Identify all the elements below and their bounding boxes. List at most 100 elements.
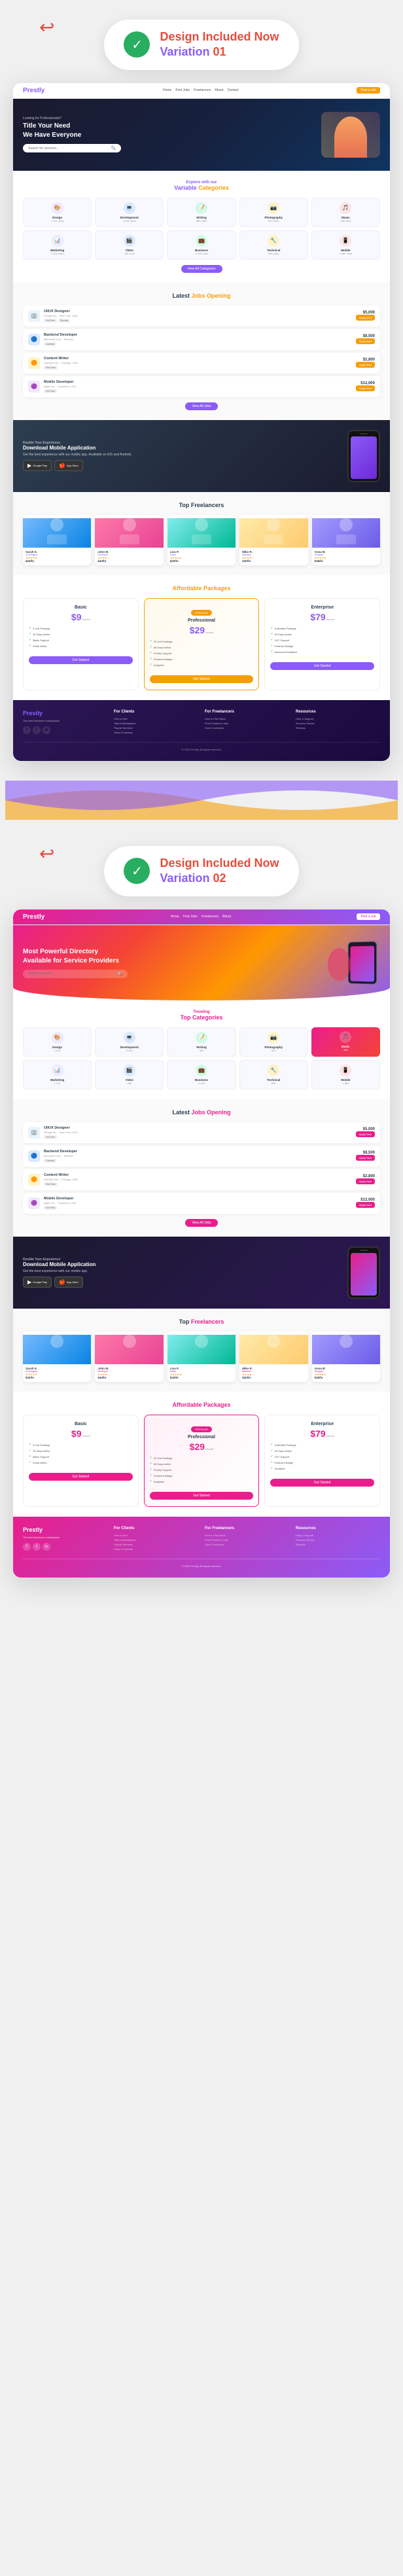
footer-link-freelance-jobs[interactable]: Find Freelance Jobs xyxy=(205,722,289,725)
category-technical[interactable]: 🔧 Technical 890 Jobs xyxy=(239,230,308,260)
job-v2-apply-3[interactable]: Apply Now xyxy=(356,1178,375,1184)
nav-link-home[interactable]: Home xyxy=(163,88,171,92)
nav2-link-jobs[interactable]: Find Jobs xyxy=(183,915,198,919)
footer-link-help[interactable]: Help & Support xyxy=(296,717,380,720)
job-v2-item-4[interactable]: 🟣 Mobile Developer Apple Inc. · Cupertin… xyxy=(23,1193,380,1214)
footer-link-contracts[interactable]: Direct Contracts xyxy=(114,731,198,734)
job-item-3[interactable]: 🟠 Content Writer HubSpot Inc. · Chicago,… xyxy=(23,353,380,374)
post-job-button-v2[interactable]: Post a Job xyxy=(357,913,380,920)
category-marketing[interactable]: 📊 Marketing 1,120 Jobs xyxy=(23,230,92,260)
cat-v2-music[interactable]: 🎵 Music 340 xyxy=(311,1027,380,1057)
footer-link-talent[interactable]: Talent Marketplace xyxy=(114,722,198,725)
footer-v2-link-stories[interactable]: Success Stories xyxy=(296,1538,380,1542)
footer-v2-link-hire[interactable]: How to Hire xyxy=(114,1534,198,1537)
view-all-categories-button[interactable]: View All Categories xyxy=(181,265,222,273)
job-item-1[interactable]: 🏢 UI/UX Designer Google Inc. · New York,… xyxy=(23,306,380,326)
pkg-pro-btn[interactable]: Get Started xyxy=(150,675,254,683)
facebook-icon[interactable]: f xyxy=(23,726,31,734)
footer-v2-link-help[interactable]: Help & Support xyxy=(296,1534,380,1537)
v2-pkg-basic-btn[interactable]: Get Started xyxy=(29,1473,133,1481)
footer-link-direct[interactable]: Direct Contracts xyxy=(205,726,289,730)
footer-link-stories[interactable]: Success Stories xyxy=(296,722,380,725)
hero-v2-search-input[interactable] xyxy=(28,972,118,976)
freelancer-5[interactable]: Anna B. Designer ★★★★★ $35/hr xyxy=(312,515,380,565)
cat-v2-dev[interactable]: 💻 Development 3,420 xyxy=(95,1027,164,1057)
nav2-link-freelancers[interactable]: Freelancers xyxy=(202,915,219,919)
cat-v2-marketing[interactable]: 📊 Marketing 1,120 xyxy=(23,1060,92,1089)
google-play-btn-v2[interactable]: ▶ Google Play xyxy=(23,1277,52,1288)
footer-v2-link-find-work[interactable]: How to Find Work xyxy=(205,1534,289,1537)
freelancer-v2-4[interactable]: Mike R. Marketer ★★★★☆ $30/hr xyxy=(239,1332,307,1382)
category-dev[interactable]: 💻 Development 3,420 Jobs xyxy=(95,198,164,227)
footer-v2-link-payroll[interactable]: Payroll Services xyxy=(114,1543,198,1546)
category-photo[interactable]: 📷 Photography 620 Jobs xyxy=(239,198,308,227)
freelancer-2[interactable]: John M. Developer ★★★★☆ $40/hr xyxy=(95,515,163,565)
v2-twitter-icon[interactable]: t xyxy=(33,1543,41,1551)
cat-v2-mobile[interactable]: 📱 Mobile 1,560 xyxy=(311,1060,380,1089)
app-store-button[interactable]: 🍎 App Store xyxy=(54,460,83,471)
hero-v2-search[interactable]: 🔍 xyxy=(23,970,128,978)
job-item-2[interactable]: 🔵 Backend Developer Microsoft Corp. · Re… xyxy=(23,329,380,350)
category-video[interactable]: 🎬 Video 780 Jobs xyxy=(95,230,164,260)
nav-link-freelancers[interactable]: Freelancers xyxy=(194,88,211,92)
google-play-button[interactable]: ▶ Google Play xyxy=(23,460,52,471)
v2-facebook-icon[interactable]: f xyxy=(23,1543,31,1551)
freelancer-v2-5[interactable]: Anna B. Designer ★★★★★ $35/hr xyxy=(312,1332,380,1382)
job-v2-item-3[interactable]: 🟠 Content Writer HubSpot Inc. · Chicago,… xyxy=(23,1169,380,1190)
footer-link-hire[interactable]: How to Hire xyxy=(114,717,198,720)
cat-v2-design[interactable]: 🎨 Design 1,240 xyxy=(23,1027,92,1057)
category-music[interactable]: 🎵 Music 340 Jobs xyxy=(311,198,380,227)
job-v2-item-2[interactable]: 🔵 Backend Developer Microsoft Corp. · Re… xyxy=(23,1146,380,1167)
category-business[interactable]: 💼 Business 2,100 Jobs xyxy=(167,230,236,260)
view-all-jobs-button-v2[interactable]: View All Jobs xyxy=(185,1219,217,1227)
category-design[interactable]: 🎨 Design 1,240 Jobs xyxy=(23,198,92,227)
freelancer-v2-3[interactable]: Lisa P. Writer ★★★★★ $20/hr xyxy=(167,1332,236,1382)
footer-v2-link-freelance[interactable]: Find Freelance Jobs xyxy=(205,1538,289,1542)
v2-instagram-icon[interactable]: in xyxy=(43,1543,50,1551)
footer-v2-link-talent[interactable]: Talent Marketplace xyxy=(114,1538,198,1542)
cat-v2-technical[interactable]: 🔧 Technical 890 xyxy=(239,1060,308,1089)
job-v2-apply-4[interactable]: Apply Now xyxy=(356,1202,375,1208)
instagram-icon[interactable]: in xyxy=(43,726,50,734)
freelancer-1[interactable]: Sarah K. UI Designer ★★★★★ $25/hr xyxy=(23,515,91,565)
twitter-icon[interactable]: t xyxy=(33,726,41,734)
job-v2-apply-1[interactable]: Apply Now xyxy=(356,1131,375,1137)
nav2-link-about[interactable]: About xyxy=(222,915,231,919)
app-store-btn-v2[interactable]: 🍎 App Store xyxy=(54,1277,83,1288)
job-v2-item-1[interactable]: 🏢 UI/UX Designer Google Inc. · New York,… xyxy=(23,1122,380,1143)
footer-v2-link-contracts[interactable]: Direct Contracts xyxy=(114,1547,198,1551)
cat-v2-writing[interactable]: 📝 Writing 980 xyxy=(167,1027,236,1057)
job-apply-btn-1[interactable]: Apply Now xyxy=(356,315,375,321)
category-writing[interactable]: 📝 Writing 980 Jobs xyxy=(167,198,236,227)
view-all-jobs-button[interactable]: View All Jobs xyxy=(185,402,217,410)
footer-v2-link-direct[interactable]: Direct Contracts xyxy=(205,1543,289,1546)
job-apply-btn-4[interactable]: Apply Now xyxy=(356,385,375,391)
nav-link-jobs[interactable]: Find Jobs xyxy=(175,88,190,92)
footer-link-reviews[interactable]: Reviews xyxy=(296,726,380,730)
nav-link-about[interactable]: About xyxy=(215,88,223,92)
footer-v2-link-reviews[interactable]: Reviews xyxy=(296,1543,380,1546)
footer-link-payroll[interactable]: Payroll Services xyxy=(114,726,198,730)
job-v2-apply-2[interactable]: Apply Now xyxy=(356,1155,375,1161)
v2-pkg-pro-btn[interactable]: Get Started xyxy=(150,1492,254,1500)
footer-link-find-work[interactable]: How to Find Work xyxy=(205,717,289,720)
cat-v2-video[interactable]: 🎬 Video 780 xyxy=(95,1060,164,1089)
job-apply-btn-3[interactable]: Apply Now xyxy=(356,362,375,368)
cat-v2-business[interactable]: 💼 Business 2,100 xyxy=(167,1060,236,1089)
freelancer-4[interactable]: Mike R. Marketer ★★★★☆ $30/hr xyxy=(239,515,307,565)
cat-v2-photo[interactable]: 📷 Photography 620 xyxy=(239,1027,308,1057)
category-mobile[interactable]: 📱 Mobile 1,560 Jobs xyxy=(311,230,380,260)
pkg-basic-btn[interactable]: Get Started xyxy=(29,656,133,664)
freelancer-3[interactable]: Lisa P. Writer ★★★★★ $20/hr xyxy=(167,515,236,565)
hero-search[interactable]: 🔍 xyxy=(23,144,121,152)
nav-link-contact[interactable]: Contact xyxy=(228,88,239,92)
nav2-link-home[interactable]: Home xyxy=(171,915,179,919)
hero-search-input[interactable] xyxy=(28,147,111,150)
job-apply-btn-2[interactable]: Apply Now xyxy=(356,338,375,344)
freelancer-v2-1[interactable]: Sarah K. UI Designer ★★★★★ $25/hr xyxy=(23,1332,91,1382)
v2-pkg-ent-btn[interactable]: Get Started xyxy=(270,1479,374,1487)
job-item-4[interactable]: 🟣 Mobile Developer Apple Inc. · Cupertin… xyxy=(23,376,380,397)
freelancer-v2-2[interactable]: John M. Developer ★★★★☆ $40/hr xyxy=(95,1332,163,1382)
pkg-ent-btn[interactable]: Get Started xyxy=(270,662,374,670)
post-job-button[interactable]: Post a Job xyxy=(357,87,380,94)
